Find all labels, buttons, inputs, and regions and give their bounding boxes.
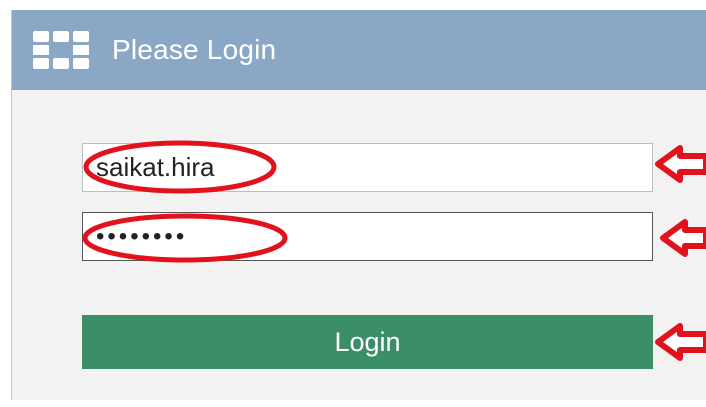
login-panel: Please Login Login <box>11 10 706 400</box>
password-input[interactable] <box>82 212 653 261</box>
username-input[interactable] <box>82 143 653 192</box>
login-button[interactable]: Login <box>82 315 653 369</box>
login-header: Please Login <box>12 10 706 90</box>
page-title: Please Login <box>112 34 277 65</box>
fortinet-grid-icon <box>33 31 89 69</box>
